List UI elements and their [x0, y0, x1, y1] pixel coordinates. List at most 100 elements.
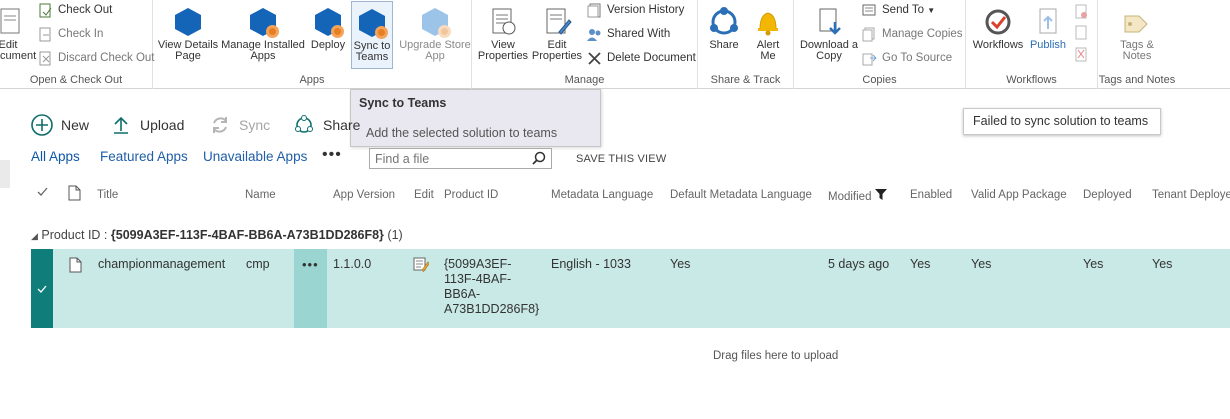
view-properties-label: View Properties [477, 39, 529, 62]
group-label: Product ID : [41, 228, 108, 242]
table-row[interactable]: ••• championmanagement cmp 1.1.0.0 {5099… [31, 249, 1230, 328]
more-views-button[interactable]: ••• [322, 146, 342, 164]
check-out-label: Check Out [58, 4, 113, 16]
cell-default-metadata-language: Yes [670, 257, 691, 271]
shared-with-button[interactable]: Shared With [587, 24, 670, 44]
group-value: {5099A3EF-113F-4BAF-BB6A-A73B1DD286F8} [110, 228, 384, 242]
view-all-apps[interactable]: All Apps [31, 149, 80, 164]
send-to-button[interactable]: Send To ▼ [862, 0, 935, 20]
manage-copies-button[interactable]: Manage Copies [862, 24, 963, 44]
view-details-label: View Details Page [157, 39, 219, 62]
header-deployed[interactable]: Deployed [1083, 189, 1132, 201]
search-icon[interactable] [532, 151, 546, 165]
group-workflows: Workflows Publish Workflows [966, 0, 1098, 89]
header-default-metadata-language[interactable]: Default Metadata Language [670, 189, 812, 201]
publish-button[interactable]: Publish [1028, 6, 1068, 51]
cell-title[interactable]: championmanagement [98, 257, 225, 272]
share-ribbon-button[interactable]: Share [704, 6, 744, 51]
checkmark-icon [37, 285, 47, 293]
upgrade-store-app-button[interactable]: Upgrade Store App [395, 6, 475, 62]
edit-item-icon[interactable] [413, 256, 430, 276]
edit-properties-icon [541, 6, 573, 38]
row-select-marker[interactable] [31, 249, 53, 328]
share-label: Share [323, 117, 361, 133]
sync-teams-icon [356, 7, 388, 39]
workflows-label: Workflows [972, 39, 1024, 51]
cell-valid-app-package: Yes [971, 257, 992, 271]
group-label-manage: Manage [564, 74, 605, 86]
header-tenant-deployed[interactable]: Tenant Deployed [1152, 189, 1230, 201]
header-edit[interactable]: Edit [414, 189, 434, 201]
cell-tenant-deployed: Yes [1152, 257, 1173, 271]
share-icon [708, 6, 740, 38]
version-history-label: Version History [607, 4, 685, 16]
delete-document-label: Delete Document [607, 52, 696, 64]
drag-upload-hint: Drag files here to upload [713, 350, 839, 362]
go-to-source-button[interactable]: Go To Source [862, 48, 952, 68]
version-history-button[interactable]: Version History [587, 0, 684, 20]
discard-check-out-button[interactable]: Discard Check Out [38, 48, 155, 68]
manage-copies-label: Manage Copies [882, 28, 963, 40]
group-share-track: Share Alert Me Share & Track [698, 0, 794, 89]
manage-installed-label: Manage Installed Apps [221, 39, 305, 62]
group-manage: View Properties Edit Properties Version … [472, 0, 698, 89]
cell-product-id: {5099A3EF- 113F-4BAF- BB6A- A73B1DD286F8… [444, 257, 539, 317]
group-label-copies: Copies [862, 74, 897, 86]
sync-button[interactable]: Sync [209, 112, 270, 138]
select-all-checkmark-icon[interactable] [36, 186, 48, 201]
tooltip-title: Sync to Teams [359, 96, 447, 110]
edit-properties-button[interactable]: Edit Properties [530, 6, 584, 62]
send-to-icon [862, 3, 877, 18]
header-title[interactable]: Title [97, 189, 118, 201]
header-valid-app-package[interactable]: Valid App Package [971, 189, 1067, 201]
header-name[interactable]: Name [245, 189, 276, 201]
manage-installed-apps-button[interactable]: Manage Installed Apps [220, 6, 306, 62]
row-menu-cell[interactable]: ••• [294, 249, 327, 328]
group-header-product-id[interactable]: ◢ Product ID : {5099A3EF-113F-4BAF-BB6A-… [31, 228, 403, 242]
check-in-button[interactable]: Check In [38, 24, 103, 44]
ellipsis-icon[interactable]: ••• [302, 257, 319, 272]
alert-me-button[interactable]: Alert Me [748, 6, 788, 62]
go-to-source-icon [862, 51, 877, 66]
cell-deployed: Yes [1083, 257, 1104, 271]
product-id-line-2: 113F-4BAF- [444, 272, 512, 286]
header-metadata-language[interactable]: Metadata Language [551, 189, 653, 201]
check-in-icon [38, 27, 53, 42]
version-history-icon [587, 3, 602, 18]
view-unavailable-apps[interactable]: Unavailable Apps [203, 149, 307, 164]
save-view-link[interactable]: SAVE THIS VIEW [576, 153, 666, 165]
edit-document-label: Edit Document [0, 39, 37, 62]
upgrade-store-label: Upgrade Store App [399, 39, 471, 62]
edit-document-button[interactable]: Edit Document [0, 6, 37, 62]
group-label-workflows: Workflows [1006, 74, 1057, 86]
delete-document-button[interactable]: Delete Document [587, 48, 696, 68]
header-app-version[interactable]: App Version [333, 189, 395, 201]
view-featured-apps[interactable]: Featured Apps [100, 149, 188, 164]
header-modified[interactable]: Modified [828, 189, 887, 203]
cell-metadata-language: English - 1033 [551, 257, 631, 271]
check-out-button[interactable]: Check Out [38, 0, 112, 20]
discard-check-out-label: Discard Check Out [58, 52, 155, 64]
tags-notes-button[interactable]: Tags & Notes [1112, 6, 1162, 62]
deploy-button[interactable]: Deploy [308, 6, 348, 51]
manage-apps-icon [247, 6, 279, 38]
upload-button[interactable]: Upload [110, 112, 184, 138]
download-copy-button[interactable]: Download a Copy [797, 6, 861, 62]
app-details-icon [172, 6, 204, 38]
header-enabled[interactable]: Enabled [910, 189, 952, 201]
edit-document-icon [0, 6, 24, 38]
publish-label: Publish [1029, 39, 1067, 51]
sync-to-teams-button[interactable]: Sync to Teams [351, 1, 393, 69]
cell-enabled: Yes [910, 257, 931, 271]
new-button[interactable]: New [31, 112, 89, 138]
workflows-button[interactable]: Workflows [970, 6, 1026, 51]
view-details-page-button[interactable]: View Details Page [157, 6, 219, 62]
header-product-id[interactable]: Product ID [444, 189, 498, 201]
cell-name: cmp [246, 257, 270, 271]
share-button[interactable]: Share [293, 112, 360, 138]
unpublish-icon[interactable] [1074, 4, 1088, 67]
search-input[interactable] [370, 149, 520, 168]
collapse-icon[interactable]: ◢ [31, 231, 38, 241]
view-properties-button[interactable]: View Properties [476, 6, 530, 62]
tag-icon [1121, 6, 1153, 38]
